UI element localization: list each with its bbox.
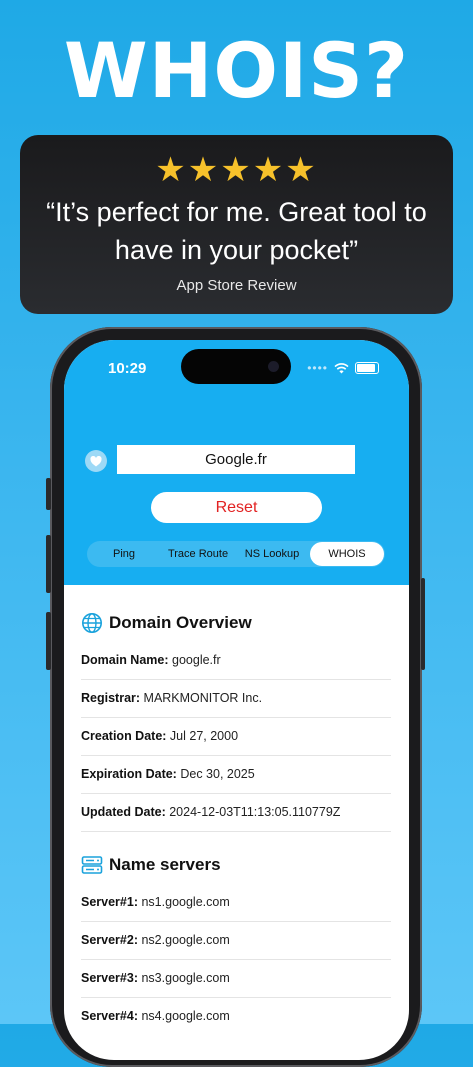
row-updated-date: Updated Date: 2024-12-03T11:13:05.110779… (81, 794, 391, 832)
name-servers-heading: Name servers (81, 852, 391, 878)
tab-ns-lookup[interactable]: NS Lookup (235, 541, 309, 567)
section-title-text: Domain Overview (109, 613, 252, 632)
overview-rows: Domain Name: google.fr Registrar: MARKMO… (81, 642, 391, 832)
favorite-button[interactable] (85, 450, 107, 472)
server-icon (81, 856, 103, 874)
tab-ping[interactable]: Ping (87, 541, 161, 567)
row-server-4: Server#4: ns4.google.com (81, 1009, 230, 1023)
domain-input[interactable] (117, 445, 355, 474)
headline: WHOIS? (63, 26, 410, 115)
review-card: ★★★★★ “It’s perfect for me. Great tool t… (20, 135, 453, 314)
phone-screen: 10:29 •••• Reset Ping Trace Route NS Loo… (64, 340, 409, 1060)
tab-whois[interactable]: WHOIS (310, 542, 384, 566)
heart-icon (90, 455, 102, 466)
dynamic-island (181, 349, 291, 384)
status-icons: •••• (307, 361, 379, 375)
phone-power-button (421, 578, 425, 670)
review-source: App Store Review (176, 277, 297, 294)
phone-volume-up (46, 535, 51, 593)
rating-stars: ★★★★★ (155, 151, 318, 189)
row-server-3: Server#3: ns3.google.com (81, 960, 391, 998)
whois-results: Domain Overview Domain Name: google.fr R… (81, 610, 391, 1035)
reset-button[interactable]: Reset (151, 492, 322, 523)
row-domain-name: Domain Name: google.fr (81, 642, 391, 680)
status-time: 10:29 (108, 360, 147, 377)
app-header: 10:29 •••• Reset Ping Trace Route NS Loo… (64, 340, 409, 585)
signal-icon: •••• (307, 361, 328, 375)
tool-tabs: Ping Trace Route NS Lookup WHOIS (87, 541, 385, 567)
row-expiration-date: Expiration Date: Dec 30, 2025 (81, 756, 391, 794)
nameserver-rows: Server#1: ns1.google.com Server#2: ns2.g… (81, 884, 391, 1035)
row-server-2: Server#2: ns2.google.com (81, 922, 391, 960)
battery-icon (355, 362, 379, 374)
phone-action-button (46, 478, 51, 510)
domain-overview-heading: Domain Overview (81, 610, 391, 636)
section-title-text: Name servers (109, 855, 221, 874)
wifi-icon (334, 362, 349, 373)
phone-volume-down (46, 612, 51, 670)
globe-icon (82, 613, 102, 633)
review-quote: “It’s perfect for me. Great tool to have… (46, 197, 427, 265)
row-creation-date: Creation Date: Jul 27, 2000 (81, 718, 391, 756)
row-server-1: Server#1: ns1.google.com (81, 884, 391, 922)
row-registrar: Registrar: MARKMONITOR Inc. (81, 680, 391, 718)
tab-trace-route[interactable]: Trace Route (161, 541, 235, 567)
